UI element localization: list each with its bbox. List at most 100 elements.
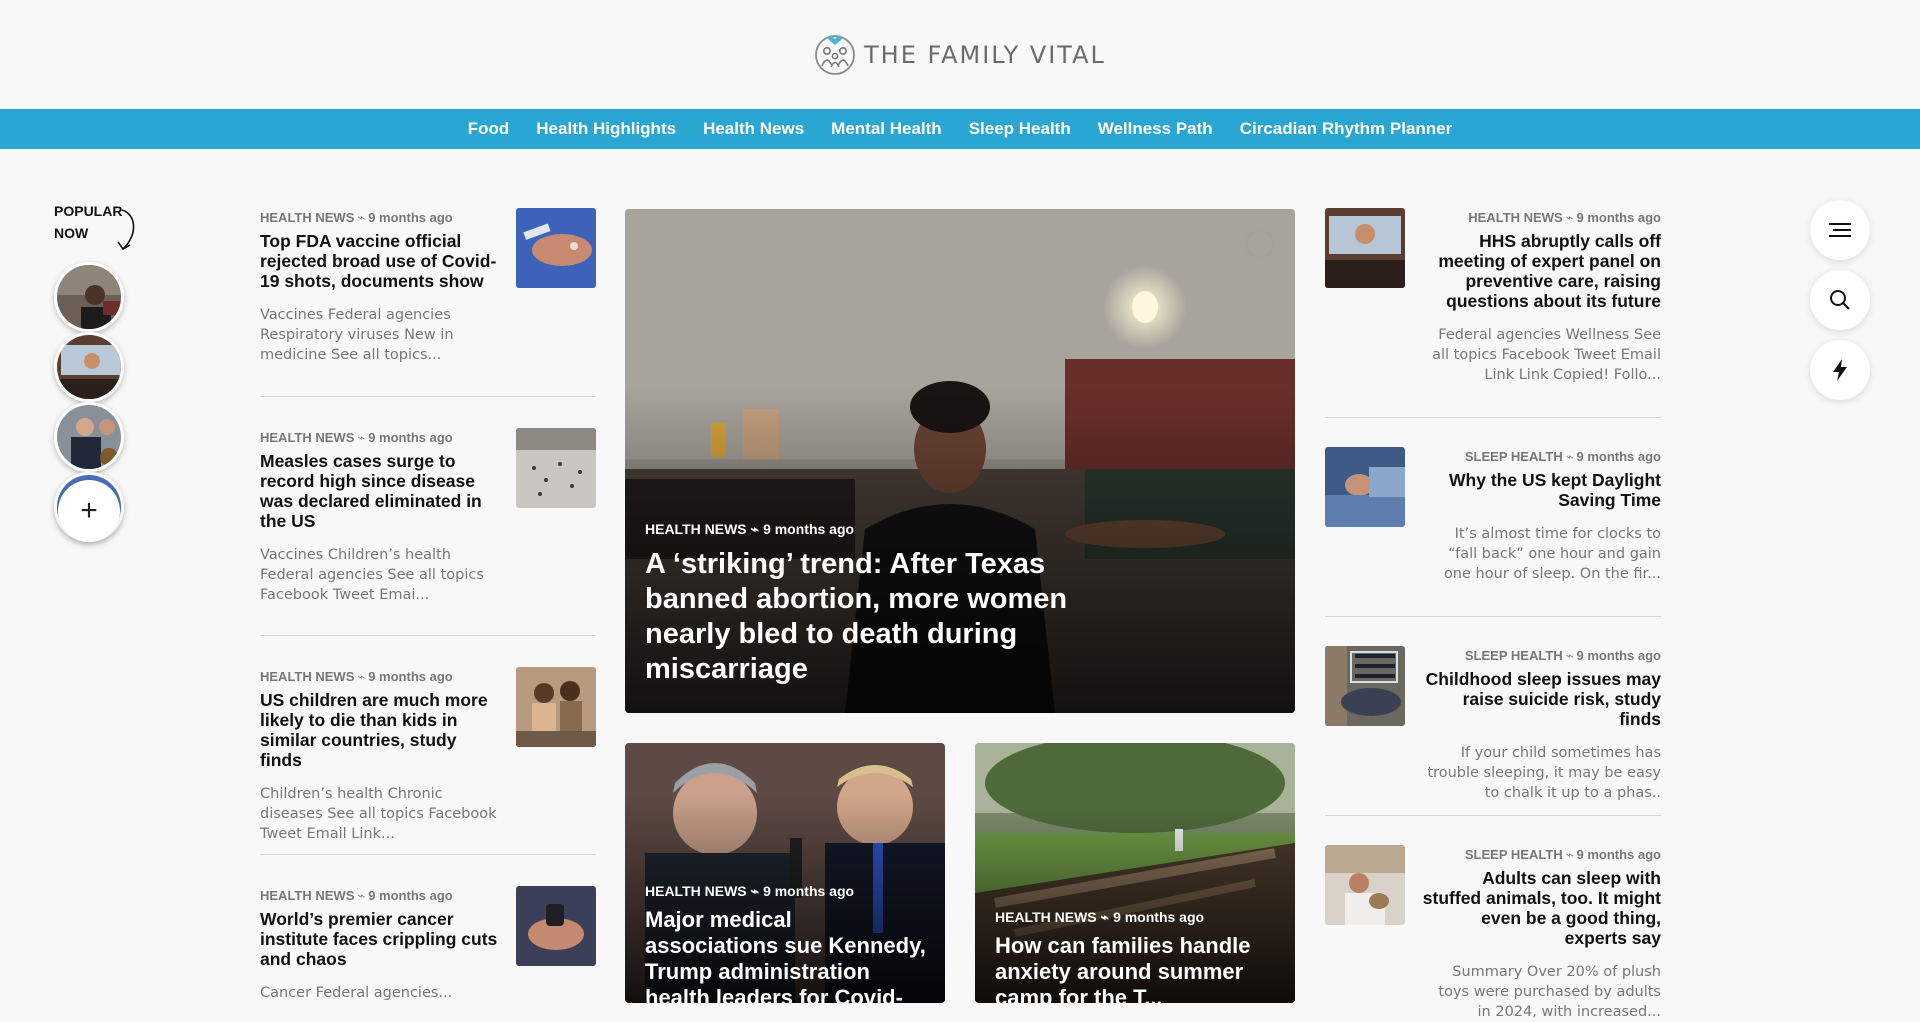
article-thumbnail[interactable]	[1325, 646, 1405, 726]
timestamp: 9 months ago	[368, 888, 453, 903]
family-logo-icon	[815, 35, 855, 75]
category-link[interactable]: HEALTH NEWS	[1468, 210, 1562, 225]
article-meta: SLEEP HEALTH ⌁ 9 months ago	[1421, 845, 1661, 865]
article-thumbnail[interactable]	[516, 428, 596, 508]
article-title[interactable]: HHS abruptly calls off meeting of expert…	[1421, 231, 1661, 311]
separator-icon: ⌁	[1565, 847, 1574, 862]
category-link[interactable]: SLEEP HEALTH	[1465, 847, 1563, 862]
divider	[1325, 815, 1661, 816]
featured-card[interactable]: HEALTH NEWS ⌁ 9 months ago How can familie…	[975, 743, 1295, 1003]
search-button[interactable]	[1810, 270, 1870, 330]
card-title[interactable]: Major medical associations sue Kennedy, …	[645, 907, 930, 1003]
search-icon	[1830, 290, 1850, 310]
separator-icon: ⌁	[1565, 449, 1574, 464]
article-title[interactable]: World’s premier cancer institute faces c…	[260, 909, 500, 969]
nav-item-health-news[interactable]: Health News	[690, 119, 818, 139]
timestamp: 9 months ago	[1113, 909, 1205, 925]
separator-icon: ⌁	[1100, 909, 1110, 925]
category-link[interactable]: HEALTH NEWS	[645, 521, 747, 537]
site-name: THE FAMILY VITAL	[864, 41, 1106, 69]
list-item[interactable]: SLEEP HEALTH ⌁ 9 months ago Adults can sle…	[1325, 845, 1661, 1020]
menu-button[interactable]	[1810, 200, 1870, 260]
article-meta: HEALTH NEWS ⌁ 9 months ago	[995, 907, 1280, 927]
popular-add-button[interactable]: +	[58, 480, 120, 542]
category-link[interactable]: HEALTH NEWS	[260, 888, 354, 903]
popular-story-avatar[interactable]	[54, 402, 124, 472]
plus-icon: +	[80, 494, 98, 527]
list-item[interactable]: SLEEP HEALTH ⌁ 9 months ago Why the US kep…	[1325, 447, 1661, 627]
article-title[interactable]: Why the US kept Daylight Saving Time	[1421, 470, 1661, 510]
site-logo[interactable]: THE FAMILY VITAL	[814, 34, 1106, 76]
list-item[interactable]: HEALTH NEWS ⌁ 9 months ago World’s premier…	[260, 886, 596, 1006]
list-item[interactable]: HEALTH NEWS ⌁ 9 months ago Measles cases s…	[260, 428, 596, 628]
article-thumbnail[interactable]	[1325, 447, 1405, 527]
list-item[interactable]: HEALTH NEWS ⌁ 9 months ago HHS abruptly ca…	[1325, 208, 1661, 418]
nav-item-circadian-rhythm-planner[interactable]: Circadian Rhythm Planner	[1226, 119, 1466, 139]
article-thumbnail[interactable]	[516, 886, 596, 966]
separator-icon: ⌁	[750, 883, 760, 899]
nav-item-health-highlights[interactable]: Health Highlights	[523, 119, 690, 139]
separator-icon: ⌁	[750, 521, 760, 537]
divider	[1325, 616, 1661, 617]
separator-icon: ⌁	[357, 888, 366, 903]
article-thumbnail[interactable]	[516, 208, 596, 288]
article-title[interactable]: Adults can sleep with stuffed animals, t…	[1421, 868, 1661, 948]
article-title[interactable]: Top FDA vaccine official rejected broad …	[260, 231, 500, 291]
list-item[interactable]: HEALTH NEWS ⌁ 9 months ago Top FDA vaccine…	[260, 208, 596, 398]
article-thumbnail[interactable]	[1325, 845, 1405, 925]
article-excerpt: Federal agencies Wellness See all topics…	[1432, 327, 1661, 383]
trending-button[interactable]	[1810, 340, 1870, 400]
curved-arrow-icon	[117, 209, 135, 251]
article-meta: HEALTH NEWS ⌁ 9 months ago	[645, 881, 930, 901]
nav-item-mental-health[interactable]: Mental Health	[818, 119, 956, 139]
hero-title[interactable]: A ‘striking’ trend: After Texas banned a…	[645, 547, 1095, 687]
main-nav: Food Health Highlights Health News Menta…	[0, 109, 1920, 149]
category-link[interactable]: HEALTH NEWS	[995, 909, 1097, 925]
category-link[interactable]: HEALTH NEWS	[260, 430, 354, 445]
menu-icon	[1829, 223, 1851, 237]
list-item[interactable]: SLEEP HEALTH ⌁ 9 months ago Childhood slee…	[1325, 646, 1661, 826]
article-thumbnail[interactable]	[1325, 208, 1405, 288]
article-title[interactable]: Childhood sleep issues may raise suicide…	[1421, 669, 1661, 729]
nav-item-food[interactable]: Food	[454, 119, 523, 139]
card-caption: HEALTH NEWS ⌁ 9 months ago Major medical a…	[645, 881, 930, 1003]
category-link[interactable]: HEALTH NEWS	[260, 669, 354, 684]
separator-icon: ⌁	[1565, 648, 1574, 663]
divider	[1325, 417, 1661, 418]
hero-caption: HEALTH NEWS ⌁ 9 months ago A ‘striking’ tr…	[645, 519, 1095, 687]
article-meta: HEALTH NEWS ⌁ 9 months ago	[260, 667, 500, 687]
category-link[interactable]: HEALTH NEWS	[645, 883, 747, 899]
category-link[interactable]: SLEEP HEALTH	[1465, 449, 1563, 464]
timestamp: 9 months ago	[1576, 449, 1661, 464]
list-item[interactable]: HEALTH NEWS ⌁ 9 months ago US children are…	[260, 667, 596, 867]
popular-story-avatar[interactable]	[54, 332, 124, 402]
article-meta: HEALTH NEWS ⌁ 9 months ago	[260, 208, 500, 228]
article-thumbnail[interactable]	[516, 667, 596, 747]
article-excerpt: It’s almost time for clocks to “fall bac…	[1443, 526, 1661, 582]
article-excerpt: Vaccines Federal agencies Respiratory vi…	[260, 307, 454, 363]
article-meta: HEALTH NEWS ⌁ 9 months ago	[645, 519, 1095, 539]
separator-icon: ⌁	[357, 430, 366, 445]
nav-item-sleep-health[interactable]: Sleep Health	[955, 119, 1084, 139]
timestamp: 9 months ago	[368, 210, 453, 225]
article-meta: HEALTH NEWS ⌁ 9 months ago	[1421, 208, 1661, 228]
article-title[interactable]: Measles cases surge to record high since…	[260, 451, 500, 531]
separator-icon: ⌁	[1565, 210, 1574, 225]
article-excerpt: Summary Over 20% of plush toys were purc…	[1438, 964, 1661, 1020]
hero-article[interactable]: HEALTH NEWS ⌁ 9 months ago A ‘striking’ tr…	[625, 209, 1295, 713]
article-excerpt: Vaccines Children’s health Federal agenc…	[260, 547, 484, 603]
article-meta: SLEEP HEALTH ⌁ 9 months ago	[1421, 447, 1661, 467]
separator-icon: ⌁	[357, 210, 366, 225]
category-link[interactable]: HEALTH NEWS	[260, 210, 354, 225]
site-header: THE FAMILY VITAL	[0, 0, 1920, 109]
loading-spinner-icon	[1245, 229, 1275, 259]
popular-story-avatar[interactable]	[54, 262, 124, 332]
category-link[interactable]: SLEEP HEALTH	[1465, 648, 1563, 663]
featured-card[interactable]: HEALTH NEWS ⌁ 9 months ago Major medical a…	[625, 743, 945, 1003]
nav-item-wellness-path[interactable]: Wellness Path	[1084, 119, 1226, 139]
divider	[260, 396, 596, 397]
timestamp: 9 months ago	[1576, 847, 1661, 862]
article-meta: HEALTH NEWS ⌁ 9 months ago	[260, 886, 500, 906]
article-title[interactable]: US children are much more likely to die …	[260, 690, 500, 770]
timestamp: 9 months ago	[763, 521, 855, 537]
